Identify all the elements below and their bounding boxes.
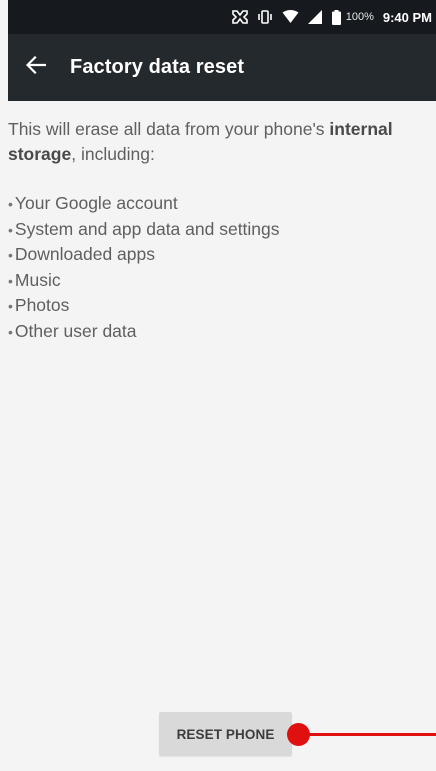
list-item-label: Other user data: [14, 320, 137, 341]
list-item: • Photos: [8, 295, 70, 316]
list-item: • System and app data and settings: [8, 218, 280, 239]
annotation-pointer-line: [304, 733, 436, 736]
nfc-icon: [231, 9, 248, 25]
intro-prefix: This will erase all data from your phone…: [8, 119, 330, 139]
annotation-pointer-dot: [287, 723, 310, 746]
intro-text: This will erase all data from your phone…: [8, 117, 428, 167]
list-item-label: Your Google account: [14, 193, 178, 213]
back-button[interactable]: [0, 34, 72, 101]
battery-percent: 100%: [345, 11, 374, 23]
main-content: This will erase all data from your phone…: [0, 101, 436, 345]
vibrate-icon: [257, 9, 273, 25]
list-item: • Music: [8, 269, 61, 290]
list-item: • Your Google account: [8, 193, 178, 213]
wifi-icon: [282, 9, 299, 25]
intro-suffix: , including:: [71, 144, 155, 164]
factory-reset-screen: 100% 9:40 PM Factory data reset This wil…: [0, 0, 436, 771]
reset-phone-button[interactable]: RESET PHONE: [159, 712, 292, 756]
list-item-label: System and app data and settings: [14, 218, 280, 239]
list-item-label: Music: [14, 269, 61, 290]
list-item: • Other user data: [8, 320, 137, 341]
toolbar: Factory data reset: [8, 34, 436, 101]
arrow-left-icon: [25, 55, 47, 79]
erase-list: • Your Google account • System and app dat…: [8, 191, 428, 345]
list-item: • Downloaded apps: [8, 244, 156, 265]
status-bar: 100% 9:40 PM: [8, 0, 436, 34]
list-item-label: Downloaded apps: [14, 244, 156, 265]
page-title: Factory data reset: [70, 56, 245, 78]
list-item-label: Photos: [14, 295, 70, 316]
battery-icon: [331, 9, 341, 25]
clock: 9:40 PM: [382, 9, 432, 25]
signal-icon: [307, 9, 323, 25]
